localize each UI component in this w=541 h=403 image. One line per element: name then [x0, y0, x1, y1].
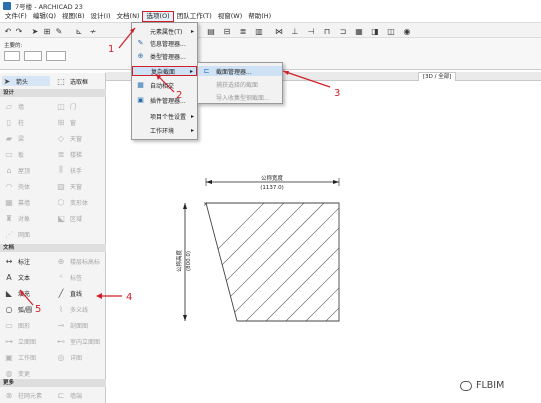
wechat-icon [460, 380, 472, 391]
annotation-number-3: 3 [334, 88, 341, 99]
annotation-number-2: 2 [176, 90, 183, 101]
annotation-number-1: 1 [108, 44, 115, 55]
watermark: FLBIM [460, 380, 504, 391]
annotation-number-5: 5 [35, 304, 42, 315]
annotation-arrow-3-icon [282, 70, 331, 88]
annotation-overlay [19, 27, 331, 306]
annotation-number-4: 4 [126, 292, 133, 303]
